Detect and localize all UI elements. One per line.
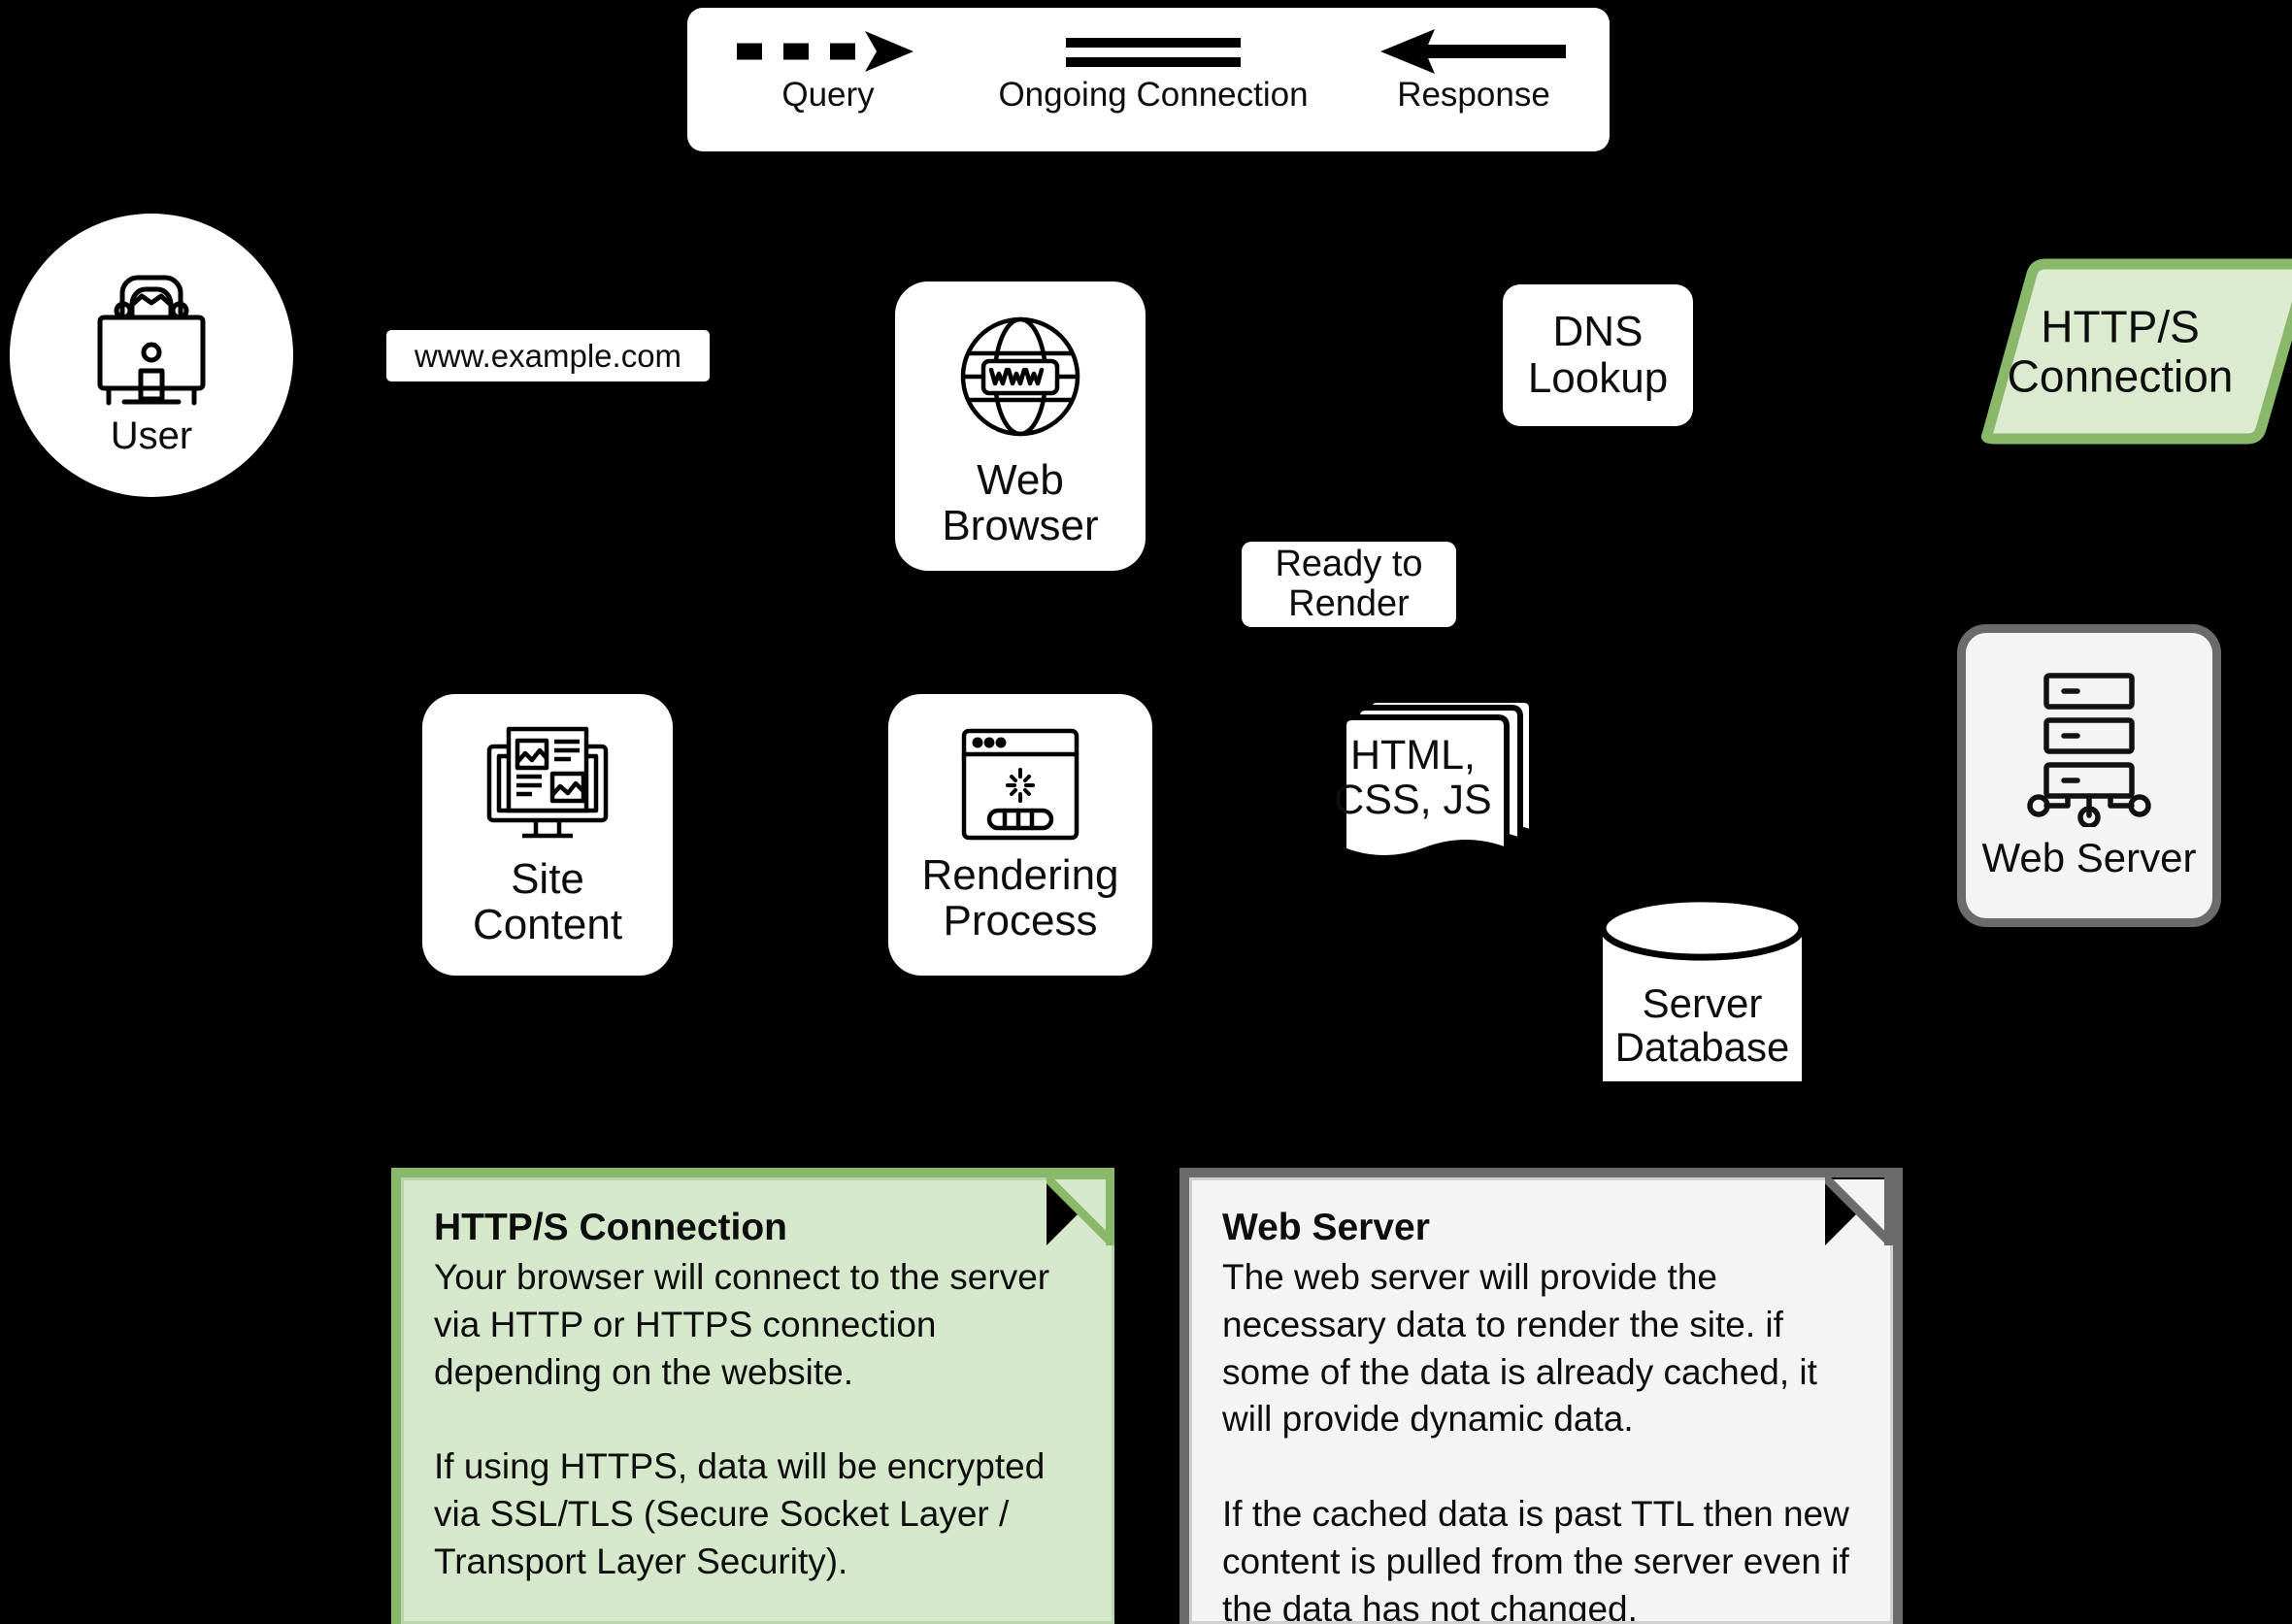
- diagram-canvas: Query Ongoing Connection Response User w…: [0, 0, 2292, 1624]
- folded-corner-icon: [1825, 1177, 1893, 1245]
- note-web-server: Web Server The web server will provide t…: [1179, 1168, 1903, 1624]
- user-node[interactable]: User: [10, 214, 293, 497]
- web-browser-node[interactable]: Web Browser: [895, 282, 1146, 571]
- docs-stack-node[interactable]: HTML, CSS, JS: [1323, 686, 1542, 871]
- server-rack-icon: [2021, 670, 2157, 827]
- double-line-icon: [1056, 29, 1250, 74]
- person-at-computer-icon: [79, 270, 224, 411]
- legend-box: Query Ongoing Connection Response: [687, 8, 1610, 151]
- web-browser-label: Web Browser: [942, 456, 1099, 549]
- https-connection-label: HTTP/S Connection: [2007, 301, 2234, 401]
- legend-item-response: Response: [1377, 29, 1571, 114]
- web-server-node[interactable]: Web Server: [1957, 624, 2221, 927]
- arrow-left-icon: [1377, 29, 1571, 74]
- dns-lookup-node[interactable]: DNS Lookup: [1503, 284, 1693, 426]
- note-https-body: Your browser will connect to the server …: [434, 1256, 1050, 1581]
- note-web-server-title: Web Server: [1222, 1207, 1430, 1248]
- note-https-connection: HTTP/S Connection Your browser will conn…: [391, 1168, 1114, 1624]
- user-label: User: [110, 414, 193, 457]
- rendering-process-node[interactable]: Rendering Process: [888, 694, 1152, 976]
- server-database-node[interactable]: Server Database: [1597, 895, 1808, 1087]
- site-content-label: Site Content: [472, 855, 623, 948]
- note-web-server-body: The web server will provide the necessar…: [1222, 1256, 1849, 1624]
- monitor-document-icon: [482, 721, 614, 847]
- browser-loading-icon: [958, 725, 1082, 844]
- legend-item-query: Query: [726, 29, 930, 114]
- web-server-label: Web Server: [1981, 835, 2197, 880]
- site-content-node[interactable]: Site Content: [422, 694, 673, 976]
- legend-label-ongoing-connection: Ongoing Connection: [998, 76, 1309, 114]
- legend-label-query: Query: [781, 76, 875, 114]
- ready-to-render-chip[interactable]: Ready to Render: [1242, 542, 1456, 627]
- legend-item-ongoing-connection: Ongoing Connection: [969, 29, 1338, 114]
- docs-stack-label: HTML, CSS, JS: [1334, 732, 1492, 824]
- www-globe-icon: [952, 309, 1088, 445]
- https-connection-node[interactable]: HTTP/S Connection: [1917, 258, 2292, 445]
- rendering-process-label: Rendering Process: [921, 851, 1119, 945]
- url-chip[interactable]: www.example.com: [386, 330, 710, 381]
- folded-corner-icon: [1046, 1177, 1114, 1245]
- server-database-label: Server Database: [1614, 980, 1790, 1071]
- note-https-title: HTTP/S Connection: [434, 1207, 787, 1248]
- legend-label-response: Response: [1397, 76, 1550, 114]
- dashed-arrow-right-icon: [731, 29, 925, 74]
